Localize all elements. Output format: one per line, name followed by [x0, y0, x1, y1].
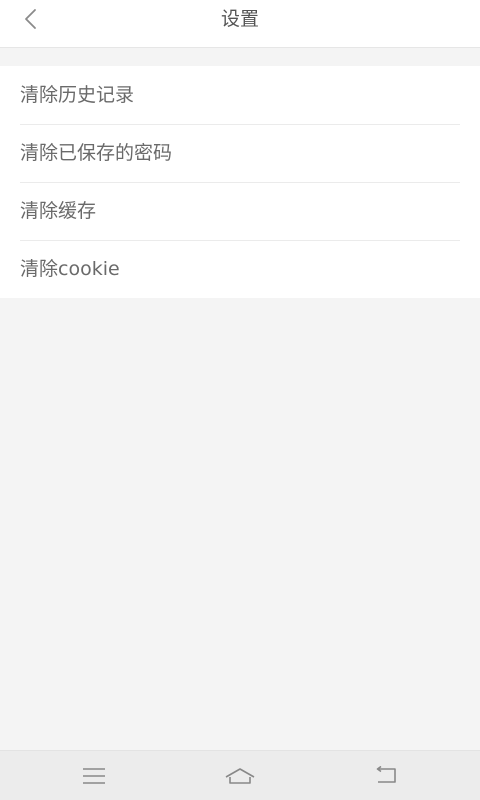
header-bar: 设置 — [0, 0, 480, 48]
menu-icon — [83, 768, 105, 784]
return-icon — [376, 766, 396, 783]
clear-saved-passwords-item[interactable]: 清除已保存的密码 — [0, 124, 480, 182]
page-title: 设置 — [220, 8, 259, 30]
clear-history-item[interactable]: 清除历史记录 — [0, 66, 480, 124]
clear-cache-item[interactable]: 清除缓存 — [0, 182, 480, 240]
settings-screen: 设置 清除历史记录 清除已保存的密码 清除缓存 清除cookie — [0, 0, 480, 800]
home-icon — [225, 768, 255, 784]
settings-list: 清除历史记录 清除已保存的密码 清除缓存 清除cookie — [0, 66, 480, 298]
return-button[interactable] — [341, 751, 431, 800]
home-button[interactable] — [195, 751, 285, 800]
clear-cookie-item[interactable]: 清除cookie — [0, 240, 480, 298]
menu-button[interactable] — [49, 751, 139, 800]
system-navigation-bar — [0, 750, 480, 800]
